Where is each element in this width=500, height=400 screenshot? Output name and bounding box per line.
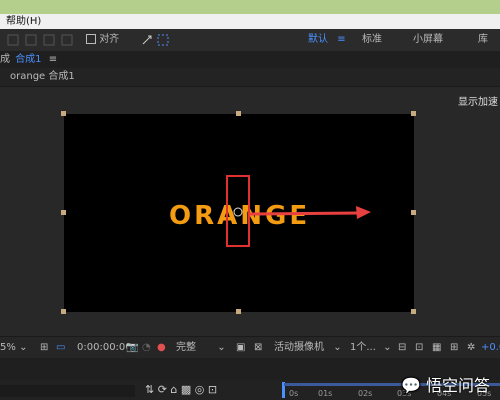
chevron-down-icon: ⌄: [19, 342, 28, 353]
timeline-tick: 02s: [358, 389, 373, 398]
watermark-text: 悟空问答: [425, 376, 490, 395]
channel-icon[interactable]: ●: [157, 337, 166, 359]
resolution-select[interactable]: 完整 ⌄: [176, 337, 226, 359]
resize-handle-b[interactable]: [236, 309, 241, 314]
resize-handle-tr[interactable]: [411, 111, 416, 116]
checkbox-icon: [86, 34, 96, 44]
fast-preview-icon[interactable]: ⊡: [415, 337, 423, 359]
resize-handle-br[interactable]: [411, 309, 416, 314]
canvas-art: ORANGE: [169, 175, 371, 247]
camera-value: 活动摄像机: [274, 342, 324, 353]
snap-checkbox[interactable]: 对齐: [86, 29, 119, 51]
show-snapshot-icon[interactable]: ◔: [142, 337, 151, 359]
mask-toggle-icon[interactable]: ▭: [56, 337, 65, 359]
snap-tool-icons: [142, 34, 169, 46]
resolution-value: 完整: [176, 342, 196, 353]
tool-icons: [7, 34, 73, 46]
workspace-small-screen[interactable]: 小屏幕: [413, 29, 443, 51]
toggle-pixel-aspect-icon[interactable]: ⊟: [398, 337, 406, 359]
chevron-down-icon: ⌄: [217, 342, 226, 353]
exposure-value[interactable]: +0.0: [481, 337, 500, 359]
menu-icon: ≡: [337, 34, 346, 45]
watermark: 💬 悟空问答: [401, 372, 490, 396]
window-title-bar: [0, 0, 500, 14]
resize-handle-r[interactable]: [411, 210, 416, 215]
display-acceleration-label: 显示加速: [458, 97, 498, 108]
views-select[interactable]: 1个... ⌄: [350, 337, 391, 359]
menu-help[interactable]: 帮助(H): [6, 16, 41, 27]
panel-tab-comp[interactable]: 合成1: [15, 54, 41, 65]
menu-bar: 帮助(H): [0, 14, 500, 29]
chevron-down-icon: ⌄: [383, 342, 392, 353]
region-of-interest-icon[interactable]: ▣: [236, 337, 245, 359]
snap-tools[interactable]: [140, 29, 172, 51]
arrow-head-icon: [356, 206, 371, 219]
composition-canvas[interactable]: ORANGE: [61, 111, 416, 314]
zoom-select[interactable]: 5% ⌄: [0, 337, 27, 359]
workspace-default-label: 默认: [308, 34, 328, 45]
breadcrumb-item[interactable]: orange 合成1: [10, 71, 75, 82]
viewer-controls: 5% ⌄ ⊞ ▭ 0:00:00:00 📷 ◔ ● 完整 ⌄ ▣ ⊠ 活动摄像机…: [0, 336, 500, 359]
workspace-library[interactable]: 库: [478, 29, 488, 51]
reset-exposure-icon[interactable]: ✲: [467, 337, 475, 359]
workspace-standard[interactable]: 标准: [362, 29, 382, 51]
grid-toggle-icon[interactable]: ⊞: [40, 337, 48, 359]
composition-panel-header: 成 合成1 ≡: [0, 51, 500, 68]
timeline-tool-icons[interactable]: ⇅ ⟳ ⌂ ▩ ◎ ⊡: [145, 383, 217, 396]
breadcrumb: orange 合成1: [0, 68, 500, 87]
toolbar: 对齐 默认 ≡ 标准 小屏幕 库: [0, 29, 500, 52]
flowchart-icon[interactable]: ⊞: [450, 337, 458, 359]
views-value: 1个...: [350, 342, 376, 353]
panel-tab-prefix: 成: [0, 54, 10, 65]
arrow-line: [248, 211, 360, 216]
resize-handle-tl[interactable]: [61, 111, 66, 116]
resize-handle-bl[interactable]: [61, 309, 66, 314]
panel-menu-icon[interactable]: ≡: [49, 54, 57, 65]
workspace-default[interactable]: 默认 ≡: [308, 29, 346, 51]
timeline-toggle-icon[interactable]: ▦: [432, 337, 441, 359]
camera-snapshot-icon[interactable]: 📷: [126, 337, 138, 359]
snap-label: 对齐: [99, 34, 120, 45]
timeline-tick: 0s: [289, 389, 299, 398]
timecode[interactable]: 0:00:00:00: [77, 337, 132, 359]
speech-bubble-icon: 💬: [400, 376, 421, 395]
camera-select[interactable]: 活动摄像机 ⌄: [274, 337, 342, 359]
chevron-down-icon: ⌄: [333, 342, 342, 353]
timeline-search-input[interactable]: [0, 385, 135, 397]
transparency-grid-icon[interactable]: ⊠: [254, 337, 262, 359]
zoom-value: 5%: [0, 342, 16, 353]
timeline-tick: 01s: [318, 389, 333, 398]
resize-handle-l[interactable]: [61, 210, 66, 215]
tool-icons-group[interactable]: [6, 29, 76, 51]
resize-handle-t[interactable]: [236, 111, 241, 116]
